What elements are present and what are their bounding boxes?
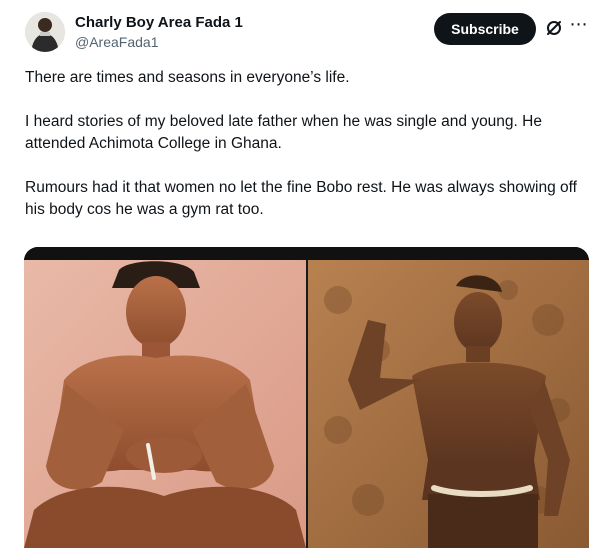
author-handle[interactable]: @AreaFada1 (75, 33, 243, 51)
tweet-text: There are times and seasons in everyone’… (25, 67, 580, 221)
tweet: Charly Boy Area Fada 1 @AreaFada1 Subscr… (0, 0, 595, 548)
avatar-image (25, 12, 65, 52)
author-info: Charly Boy Area Fada 1 @AreaFada1 (75, 14, 243, 51)
photo-left[interactable] (24, 260, 306, 548)
tweet-paragraph-3: Rumours had it that women no let the fin… (25, 179, 577, 218)
author-display-name[interactable]: Charly Boy Area Fada 1 (75, 14, 243, 32)
avatar[interactable] (25, 12, 65, 52)
media-top-strip (24, 247, 589, 260)
media-grid (24, 247, 589, 548)
subscribe-button[interactable]: Subscribe (434, 13, 536, 45)
tweet-paragraph-2: I heard stories of my beloved late fathe… (25, 113, 542, 152)
photo-right[interactable] (308, 260, 589, 548)
tweet-paragraph-1: There are times and seasons in everyone’… (25, 69, 350, 86)
more-options-icon[interactable]: ⋯ (569, 14, 589, 34)
grok-icon[interactable] (544, 18, 564, 38)
